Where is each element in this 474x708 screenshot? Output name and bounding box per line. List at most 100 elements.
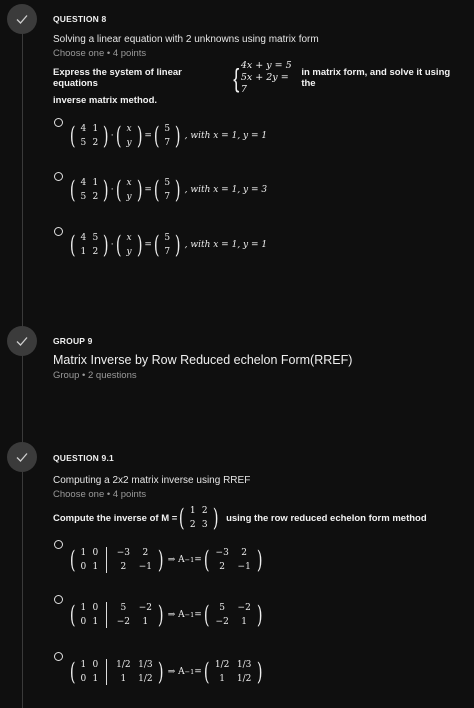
answer-option-2: (4 1 5 2) · (x y) = (5 7), with x = 1, y = 3: [68, 176, 267, 204]
matrix-cell: 0: [92, 548, 99, 558]
paren: (: [115, 176, 122, 204]
question-label: QUESTION 9.1: [53, 453, 114, 463]
identity-block: 1001: [77, 601, 101, 629]
matrix-cell: −2: [237, 603, 251, 613]
group-label: GROUP 9: [53, 336, 93, 346]
coefficient-matrix: 4152: [77, 122, 101, 150]
implies-text: ⇒ A: [167, 667, 185, 677]
matrix-cell: 7: [164, 247, 171, 257]
matrix-cell: 1: [92, 674, 99, 684]
answer-option-3: (4 5 1 2) · (x y) = (5 7), with x = 1, y = 1: [68, 231, 267, 259]
coefficient-matrix: 4152: [77, 176, 101, 204]
matrix-cell: 1: [80, 660, 87, 670]
question-8-header: QUESTION 8 Solving a linear equation wit…: [53, 14, 466, 59]
paren: ): [158, 546, 164, 574]
prompt-text-post: in matrix form, and solve it using the: [301, 67, 451, 89]
inverse-exponent: −1: [184, 668, 195, 676]
paren: (: [203, 658, 210, 686]
matrix-cell: 1: [241, 617, 248, 627]
matrix-cell: 1: [142, 617, 149, 627]
question-meta: Choose one • 4 points: [53, 48, 147, 59]
solution-text: , with x = 1, y = 3: [184, 185, 268, 195]
matrix-cell: 4: [80, 233, 87, 243]
question-title: Computing a 2x2 matrix inverse using RRE…: [53, 475, 251, 486]
paren: (: [69, 658, 76, 686]
inverse-exponent: −1: [184, 611, 195, 619]
matrix-cell: x: [126, 124, 132, 134]
equals: =: [144, 240, 152, 250]
matrix-cell: −1: [138, 562, 153, 572]
check-icon: [7, 326, 37, 356]
paren: ): [158, 658, 164, 686]
paren: ): [103, 122, 109, 150]
equals: =: [194, 555, 202, 565]
paren: ): [103, 231, 109, 259]
constant-vector: 57: [161, 231, 173, 259]
inverse-exponent: −1: [184, 556, 195, 564]
matrix-cell: 5: [120, 603, 127, 613]
group-meta: Group • 2 questions: [53, 370, 137, 381]
prompt-line-2: inverse matrix method.: [53, 95, 158, 106]
augment-bar: [106, 602, 108, 628]
matrix-cell: 5: [164, 233, 171, 243]
paren: ): [257, 546, 263, 574]
implies-text: ⇒ A: [167, 555, 185, 565]
matrix-cell: 2: [201, 506, 208, 516]
check-icon: [7, 4, 37, 34]
variable-vector: xy: [123, 176, 135, 204]
implies-text: ⇒ A: [167, 610, 185, 620]
matrix-cell: 4: [80, 178, 87, 188]
question-9-1-header: QUESTION 9.1 Computing a 2x2 matrix inve…: [53, 453, 466, 500]
option-radio[interactable]: [54, 172, 63, 181]
matrix-cell: 5: [219, 603, 226, 613]
matrix-cell: 1/3: [138, 660, 153, 670]
paren: (: [69, 122, 76, 150]
matrix-cell: 0: [80, 617, 87, 627]
matrix-cell: 1: [120, 674, 127, 684]
matrix-cell: 5: [80, 138, 87, 148]
equals: =: [194, 610, 202, 620]
matrix-cell: 2: [189, 520, 196, 530]
matrix-cell: 1: [80, 603, 87, 613]
option-radio[interactable]: [54, 652, 63, 661]
matrix-cell: 1/2: [236, 674, 252, 684]
option-radio[interactable]: [54, 227, 63, 236]
prompt-text-post: using the row reduced echelon form metho…: [226, 512, 427, 524]
augmented-matrix: 1 0 0 1 −3 2 2 −1: [77, 546, 156, 574]
question-9-1-prompt: Compute the inverse of M = ( 1223 ) usin…: [53, 504, 466, 532]
identity-block: 1001: [77, 658, 101, 686]
constant-vector: 57: [161, 176, 173, 204]
matrix-cell: 5: [164, 178, 171, 188]
paren: (: [69, 231, 76, 259]
check-icon: [7, 442, 37, 472]
matrix-cell: 3: [201, 520, 208, 530]
variable-vector: xy: [123, 122, 135, 150]
identity-block: 1001: [77, 546, 101, 574]
paren: (: [179, 504, 185, 532]
matrix-cell: y: [126, 138, 132, 148]
matrix-cell: 2: [92, 247, 99, 257]
paren: ): [175, 122, 181, 150]
option-radio[interactable]: [54, 595, 63, 604]
coefficient-matrix: 4512: [77, 231, 101, 259]
matrix-cell: −1: [237, 562, 251, 572]
paren: ): [175, 231, 181, 259]
matrix-cell: 1: [92, 178, 99, 188]
matrix-cell: −2: [215, 617, 229, 627]
paren: (: [153, 122, 160, 150]
matrix-cell: 1/2: [214, 660, 230, 670]
option-radio[interactable]: [54, 540, 63, 549]
matrix-cell: 7: [164, 138, 171, 148]
answer-option-1: (1 0 0 1 −3 2 2 −1) ⇒ A −1 =(−3 2 2 −1): [68, 546, 265, 574]
paren: ): [103, 176, 109, 204]
matrix-cell: 0: [80, 562, 87, 572]
paren: (: [115, 122, 122, 150]
matrix-cell: 2: [142, 548, 149, 558]
result-matrix: −3 2 2 −1: [211, 546, 255, 574]
option-radio[interactable]: [54, 118, 63, 127]
question-meta: Choose one • 4 points: [53, 489, 147, 500]
matrix-m: 1223: [187, 504, 211, 532]
variable-vector: xy: [123, 231, 135, 259]
paren: (: [153, 176, 160, 204]
question-8-prompt: Express the system of linear equations {…: [53, 60, 466, 95]
